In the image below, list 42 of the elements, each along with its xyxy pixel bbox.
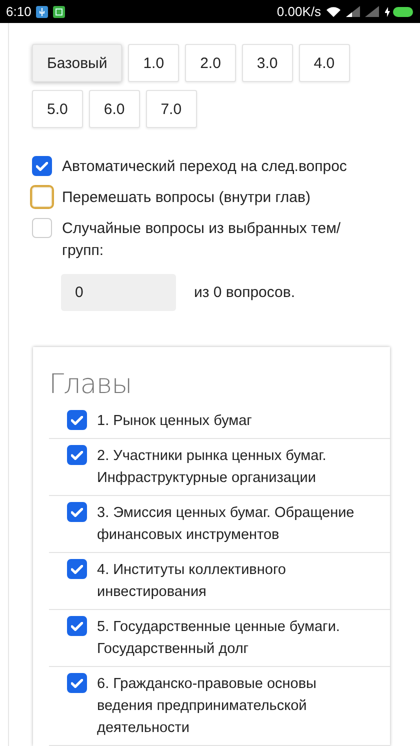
version-button[interactable]: 6.0 xyxy=(88,90,140,128)
version-button[interactable]: 1.0 xyxy=(128,44,180,82)
chapter-label: 4. Институты коллективного инвестирования xyxy=(97,561,287,602)
option-label: Автоматический переход на след.вопрос xyxy=(62,157,347,177)
option-label: Перемешать вопросы (внутри глав) xyxy=(62,188,310,208)
usb-icon xyxy=(36,6,48,18)
check-icon xyxy=(71,508,83,516)
chapter-label: 3. Эмиссия ценных бумаг. Обращение финансовых инструментов xyxy=(97,504,356,545)
version-button[interactable]: 7.0 xyxy=(146,90,197,128)
check-icon xyxy=(71,416,83,424)
version-button[interactable]: 3.0 xyxy=(242,44,293,82)
chapter-label: 2. Участники рынка ценных бумаг. Инфраструктурные организации xyxy=(97,447,328,488)
version-button[interactable]: 5.0 xyxy=(32,90,83,128)
status-time: 6:10 xyxy=(6,4,32,19)
checkbox[interactable] xyxy=(67,445,87,465)
option-label: Случайные вопросы из выбранных тем/групп: xyxy=(62,219,342,261)
version-button[interactable]: 2.0 xyxy=(185,44,236,82)
chapter-label: 6. Гражданско-правовые основы ведения предпринимательской деятельности xyxy=(97,675,318,738)
count-suffix: из 0 вопросов. xyxy=(194,284,296,301)
check-icon xyxy=(71,564,83,574)
version-button[interactable]: Базовый xyxy=(32,44,122,82)
count-field[interactable]: 0 xyxy=(61,274,176,311)
checkbox[interactable] xyxy=(67,559,87,579)
battery-icon xyxy=(384,6,414,18)
checkbox[interactable] xyxy=(67,673,87,693)
check-icon xyxy=(71,450,83,460)
check-icon xyxy=(71,678,83,688)
network-speed: 0.00K/s xyxy=(276,4,321,19)
version-button[interactable]: 4.0 xyxy=(298,44,350,82)
checkbox[interactable] xyxy=(67,616,87,636)
app-icon xyxy=(53,6,66,18)
check-icon xyxy=(36,162,48,170)
checkbox[interactable] xyxy=(67,410,87,430)
checkbox[interactable] xyxy=(32,156,52,176)
signal-icon xyxy=(365,6,379,17)
checkbox[interactable] xyxy=(67,502,87,522)
signal-icon xyxy=(346,6,360,17)
chapter-label: 1. Рынок ценных бумаг xyxy=(97,412,253,431)
wifi-icon xyxy=(326,6,341,18)
check-icon xyxy=(71,622,83,630)
chapter-label: 5. Государственные ценные бумаги. Государственный долг xyxy=(97,618,341,659)
card-title: Главы xyxy=(49,369,133,400)
